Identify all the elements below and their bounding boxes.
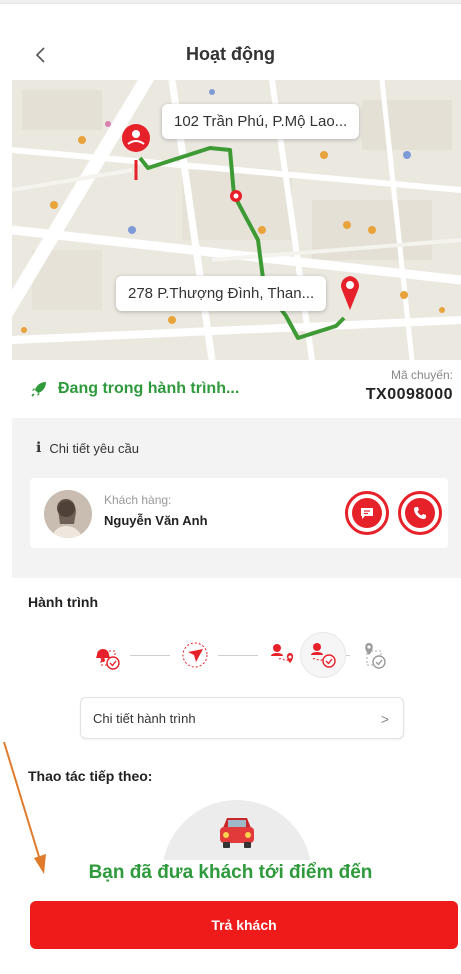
- step-connector: [130, 655, 170, 656]
- phone-icon: [414, 507, 426, 519]
- trip-code: TX0098000: [365, 386, 453, 403]
- customer-name: Nguyễn Văn Anh: [104, 513, 208, 528]
- journey-steps: [78, 628, 418, 682]
- chat-icon: [361, 508, 373, 519]
- request-details-title: Chi tiết yêu cầu: [49, 440, 139, 456]
- journey-detail-button[interactable]: Chi tiết hành trình >: [80, 697, 404, 739]
- top-divider: [0, 0, 461, 4]
- avatar: [44, 490, 92, 538]
- trip-status-row: Đang trong hành trình... Mã chuyến: TX00…: [0, 362, 461, 418]
- location-check-icon: [365, 643, 386, 669]
- trip-code-label: Mã chuyến:: [390, 368, 453, 382]
- navigation-icon: [182, 642, 208, 668]
- page-title: Hoạt động: [186, 44, 275, 64]
- step-connector: [218, 655, 258, 656]
- info-icon: ℹ: [36, 440, 42, 456]
- route-check-icon: [311, 643, 336, 668]
- rocket-icon: [31, 382, 46, 397]
- arrival-message: Bạn đã đưa khách tới điểm đến: [88, 862, 373, 883]
- journey-detail-label: Chi tiết hành trình: [93, 711, 196, 726]
- drop-off-button-label: Trả khách: [211, 917, 277, 933]
- step-arrived[interactable]: [300, 632, 346, 678]
- step-moving[interactable]: [172, 632, 218, 678]
- call-button[interactable]: [398, 491, 442, 535]
- route-map[interactable]: 102 Trần Phú, P.Mộ Lao... 278 P.Thượng Đ…: [12, 80, 461, 360]
- drop-off-button[interactable]: Trả khách: [30, 901, 458, 949]
- trip-status-text: Đang trong hành trình...: [58, 380, 240, 397]
- header: Hoạt động: [0, 30, 461, 80]
- request-details-header: ℹ Chi tiết yêu cầu: [36, 440, 139, 456]
- route-pin-icon: [271, 644, 293, 663]
- step-completed[interactable]: [350, 632, 396, 678]
- car-icon: [220, 818, 254, 848]
- next-action-title: Thao tác tiếp theo:: [28, 768, 153, 784]
- chat-button[interactable]: [345, 491, 389, 535]
- journey-title: Hành trình: [28, 594, 98, 610]
- dropoff-address-label: 278 P.Thượng Đình, Than...: [116, 276, 327, 311]
- chevron-right-icon: >: [380, 711, 389, 727]
- pickup-address-label: 102 Trần Phú, P.Mộ Lao...: [162, 104, 360, 139]
- step-driver-assigned[interactable]: [84, 632, 130, 678]
- request-panel: ℹ Chi tiết yêu cầu Khách hàng: Nguyễn Vă…: [12, 418, 461, 578]
- customer-card: Khách hàng: Nguyễn Văn Anh: [30, 478, 448, 548]
- car-illustration: [162, 800, 312, 860]
- bell-check-icon: [96, 649, 120, 670]
- annotation-arrow: [3, 741, 46, 874]
- customer-label: Khách hàng:: [104, 493, 172, 507]
- trip-status: Đang trong hành trình...: [30, 380, 239, 398]
